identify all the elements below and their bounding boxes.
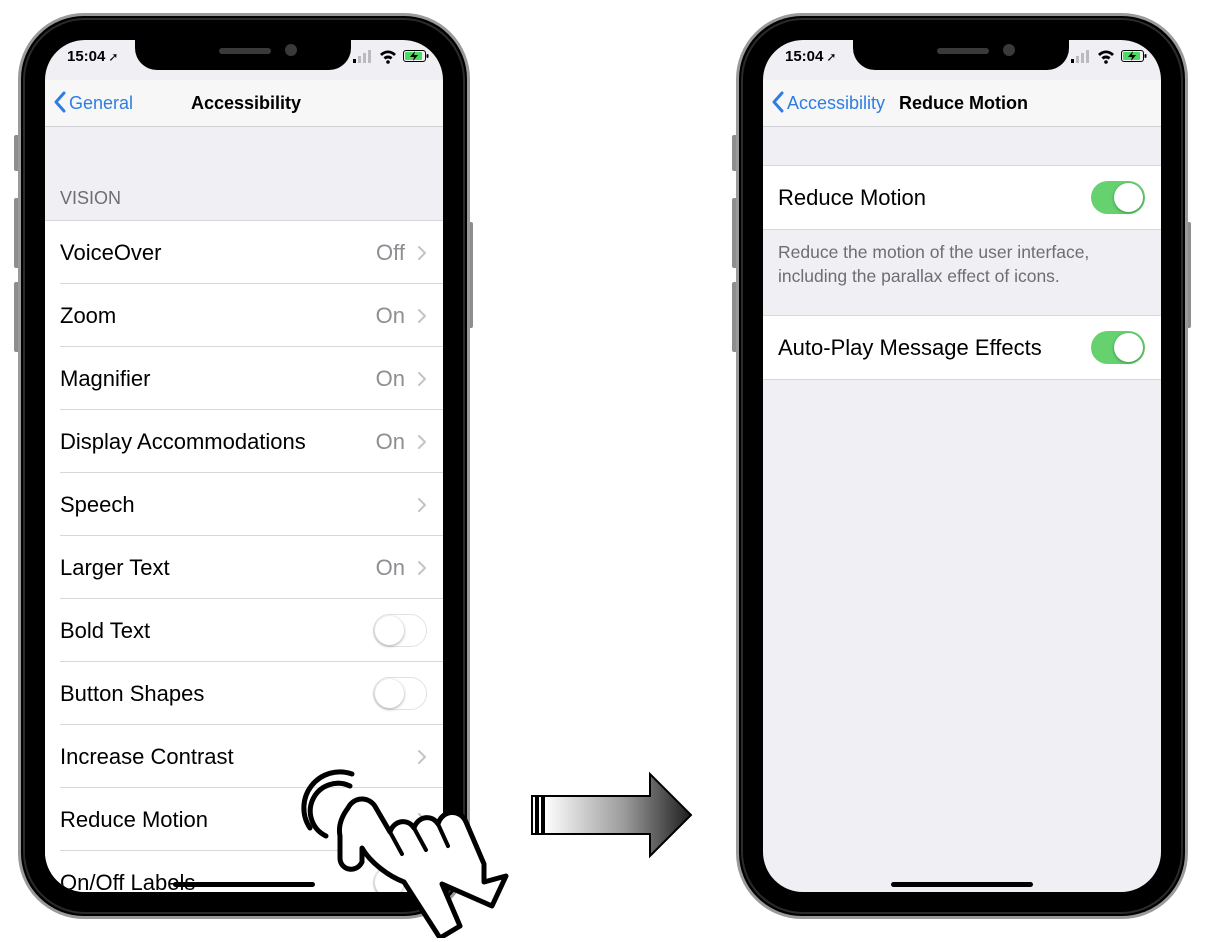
row-reduce-motion: Reduce Motion (763, 166, 1161, 229)
chevron-right-icon (418, 372, 426, 386)
row-value: On (375, 429, 405, 454)
notch (135, 40, 351, 70)
row-label: Reduce Motion (778, 185, 926, 210)
row-value: On (375, 366, 405, 391)
chevron-right-icon (418, 309, 426, 323)
chevron-right-icon (418, 435, 426, 449)
battery-charging-icon (403, 50, 429, 62)
status-icons (1071, 48, 1149, 64)
back-button[interactable]: Accessibility (771, 90, 885, 116)
chevron-left-icon (54, 91, 66, 113)
row-bold-text: Bold Text (45, 599, 443, 662)
page-title: Accessibility (191, 93, 302, 113)
row-value: Off (376, 240, 405, 265)
location-arrow-icon: ➚ (108, 50, 119, 64)
home-indicator[interactable] (891, 882, 1033, 887)
row-label: Reduce Motion (60, 807, 208, 832)
status-time: 15:04 ➚ (67, 48, 119, 65)
chevron-right-icon (418, 246, 426, 260)
row-speech[interactable]: Speech (45, 473, 443, 536)
row-voiceover[interactable]: VoiceOver Off (45, 221, 443, 284)
left-screen: 15:04 ➚ General Accessibility VISION Voi… (45, 40, 443, 892)
row-label: Magnifier (60, 366, 151, 391)
row-label: Larger Text (60, 555, 170, 580)
button-shapes-toggle[interactable] (373, 677, 427, 710)
cellular-signal-icon (353, 50, 371, 63)
nav-bar: General Accessibility (45, 80, 443, 127)
chevron-right-icon (418, 561, 426, 575)
tap-hand-icon (301, 769, 509, 938)
row-label: Button Shapes (60, 681, 205, 706)
auto-play-toggle[interactable] (1091, 331, 1145, 364)
back-label: General (69, 93, 134, 113)
row-auto-play-message-effects: Auto-Play Message Effects (763, 316, 1161, 379)
page-title: Reduce Motion (899, 93, 1028, 113)
row-label: Zoom (60, 303, 117, 328)
row-magnifier[interactable]: Magnifier On (45, 347, 443, 410)
status-time: 15:04 ➚ (785, 48, 837, 65)
wifi-icon (380, 50, 396, 64)
row-value: On (375, 303, 405, 328)
row-label: Auto-Play Message Effects (778, 335, 1042, 360)
row-value: On (375, 555, 405, 580)
row-display-accommodations[interactable]: Display Accommodations On (45, 410, 443, 473)
chevron-right-icon (418, 498, 426, 512)
back-button[interactable]: General (53, 90, 133, 116)
reduce-motion-toggle[interactable] (1091, 181, 1145, 214)
nav-bar: Accessibility Reduce Motion (763, 80, 1161, 127)
right-screen: 15:04 ➚ Accessibility Reduce Motion Redu… (763, 40, 1161, 892)
battery-charging-icon (1121, 50, 1147, 62)
reduce-motion-footer: Reduce the motion of the user interface,… (778, 242, 1090, 286)
row-label: Display Accommodations (60, 429, 306, 454)
row-label: Increase Contrast (60, 744, 234, 769)
location-arrow-icon: ➚ (826, 50, 837, 64)
chevron-left-icon (772, 91, 784, 113)
row-label: Bold Text (60, 618, 151, 643)
transition-arrow-icon (531, 771, 693, 859)
row-button-shapes: Button Shapes (45, 662, 443, 725)
status-icons (353, 48, 431, 64)
notch (853, 40, 1069, 70)
wifi-icon (1098, 50, 1114, 64)
back-label: Accessibility (787, 93, 886, 113)
row-label: Speech (60, 492, 135, 517)
row-zoom[interactable]: Zoom On (45, 284, 443, 347)
cellular-signal-icon (1071, 50, 1089, 63)
bold-text-toggle[interactable] (373, 614, 427, 647)
row-label: VoiceOver (60, 240, 162, 265)
right-phone-frame: 15:04 ➚ Accessibility Reduce Motion Redu… (736, 13, 1188, 919)
row-larger-text[interactable]: Larger Text On (45, 536, 443, 599)
chevron-right-icon (418, 750, 426, 764)
section-header-vision: VISION (60, 188, 122, 208)
